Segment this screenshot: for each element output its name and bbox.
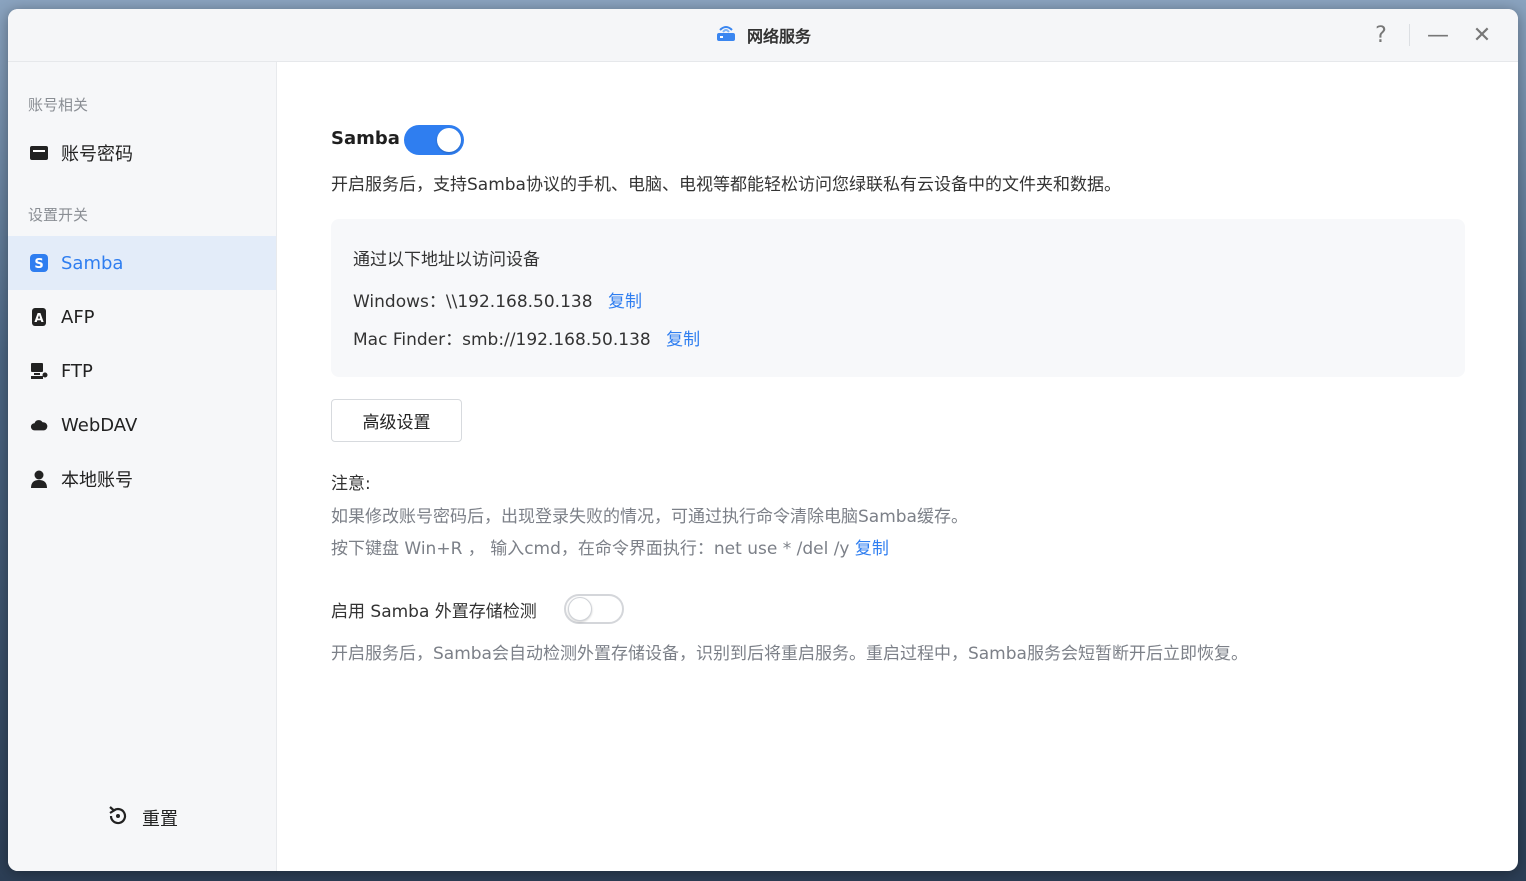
windows-address-row: Windows：\\192.168.50.138 复制 (353, 287, 642, 312)
close-button[interactable]: ✕ (1460, 9, 1504, 61)
reset-icon (106, 804, 130, 832)
controls-divider (1409, 24, 1410, 46)
sidebar-item-label: 本地账号 (61, 470, 133, 491)
group-label-account: 账号相关 (28, 96, 89, 114)
note-title: 注意: (331, 474, 371, 494)
ftp-icon (30, 362, 48, 380)
minimize-button[interactable]: — (1416, 9, 1460, 61)
group-label-settings: 设置开关 (28, 206, 89, 224)
sidebar-item-label: AFP (61, 306, 95, 328)
sidebar-item-local-account[interactable]: 本地账号 (8, 452, 276, 506)
mac-address-row: Mac Finder：smb://192.168.50.138 复制 (353, 325, 700, 350)
network-services-window: 网络服务 ? — ✕ 账号相关 账号密码 设置开关 S Samba A AFP … (8, 9, 1518, 871)
svg-text:A: A (34, 311, 44, 325)
access-heading: 通过以下地址以访问设备 (353, 250, 540, 270)
sidebar-item-label: WebDAV (61, 414, 138, 436)
sidebar-item-samba[interactable]: S Samba (8, 236, 276, 290)
windows-label: Windows： (353, 292, 446, 312)
mac-label: Mac Finder： (353, 330, 463, 350)
sidebar-item-webdav[interactable]: WebDAV (8, 398, 276, 452)
sidebar-item-ftp[interactable]: FTP (8, 344, 276, 398)
help-button[interactable]: ? (1359, 9, 1403, 61)
external-storage-toggle[interactable] (564, 594, 624, 624)
cloud-icon (30, 416, 48, 434)
sidebar-item-afp[interactable]: A AFP (8, 290, 276, 344)
copy-command-link[interactable]: 复制 (855, 539, 889, 559)
sidebar-item-label: FTP (61, 360, 93, 382)
mac-address: smb://192.168.50.138 (462, 330, 651, 350)
sidebar-item-account-password[interactable]: 账号密码 (8, 126, 276, 180)
reset-label: 重置 (142, 809, 178, 830)
user-icon (30, 470, 48, 488)
external-storage-label: 启用 Samba 外置存储检测 (331, 602, 537, 622)
svg-text:S: S (34, 257, 43, 272)
sidebar-item-label: 账号密码 (61, 144, 133, 165)
samba-title: Samba (331, 128, 400, 149)
advanced-settings-button[interactable]: 高级设置 (331, 399, 462, 442)
copy-mac-address-link[interactable]: 复制 (666, 330, 700, 350)
sidebar: 账号相关 账号密码 设置开关 S Samba A AFP FTP WebDAV … (8, 62, 277, 871)
access-address-panel: 通过以下地址以访问设备 Windows：\\192.168.50.138 复制 … (331, 219, 1465, 377)
note-line-2: 按下键盘 Win+R ， 输入cmd，在命令界面执行：net use * /de… (331, 534, 889, 559)
id-card-icon (30, 144, 48, 162)
network-app-icon (715, 22, 737, 48)
samba-toggle[interactable] (404, 125, 464, 155)
windows-address: \\192.168.50.138 (445, 292, 593, 312)
main-content: Samba 开启服务后，支持Samba协议的手机、电脑、电视等都能轻松访问您绿联… (277, 62, 1518, 871)
note-command-text: 按下键盘 Win+R ， 输入cmd，在命令界面执行：net use * /de… (331, 539, 850, 559)
title-bar: 网络服务 ? — ✕ (8, 9, 1518, 62)
afp-icon: A (30, 308, 48, 326)
samba-icon: S (30, 254, 48, 272)
note-line-1: 如果修改账号密码后，出现登录失败的情况，可通过执行命令清除电脑Samba缓存。 (331, 507, 968, 527)
sidebar-item-label: Samba (61, 252, 124, 274)
window-title: 网络服务 (746, 27, 811, 46)
samba-description: 开启服务后，支持Samba协议的手机、电脑、电视等都能轻松访问您绿联私有云设备中… (331, 175, 1121, 195)
copy-windows-address-link[interactable]: 复制 (608, 292, 642, 312)
external-storage-description: 开启服务后，Samba会自动检测外置存储设备，识别到后将重启服务。重启过程中，S… (331, 644, 1248, 664)
reset-button[interactable]: 重置 (106, 804, 178, 832)
